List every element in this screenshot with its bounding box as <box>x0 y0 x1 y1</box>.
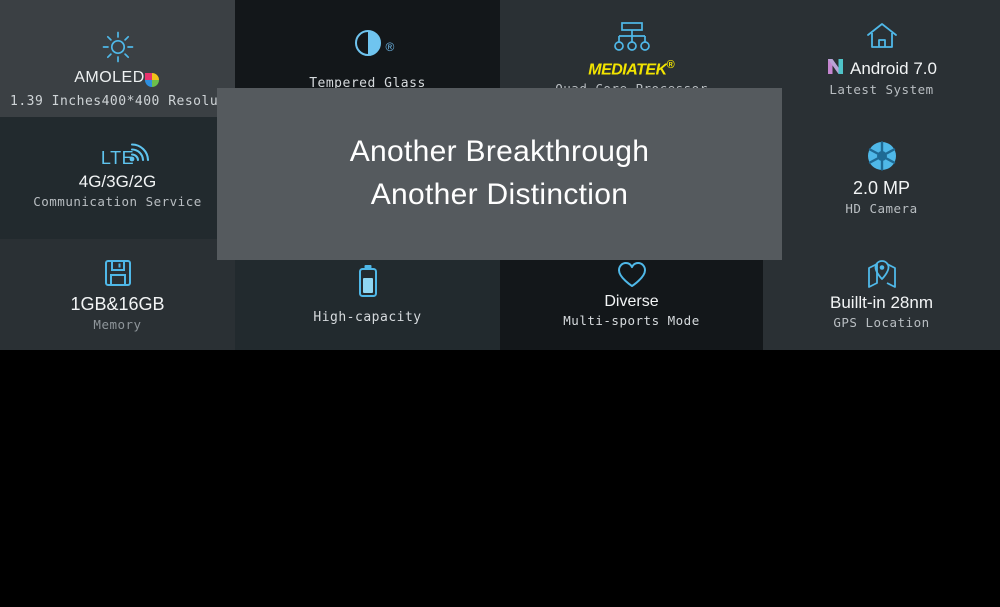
floppy-disk-icon <box>103 258 133 288</box>
network-generations-label: 4G/3G/2G <box>78 171 157 191</box>
tagline-line-1: Another Breakthrough <box>349 135 650 169</box>
amoled-wordmark: AMOLED <box>74 69 145 86</box>
camera-aperture-icon <box>866 140 898 172</box>
camera-sub-label: HD Camera <box>845 201 918 216</box>
sports-sub-label: Multi-sports Mode <box>563 313 700 328</box>
network-sub-label: Communication Service <box>33 193 202 209</box>
home-icon <box>864 20 900 52</box>
battery-label: High-capacity <box>313 310 422 325</box>
bottom-banner: 4G lte Quad Core Processor GPS WIFI 1GB … <box>0 350 1000 607</box>
registered-mark: ® <box>666 58 675 71</box>
memory-capacity-label: 1GB&16GB <box>70 293 165 314</box>
android-n-logo <box>826 57 845 80</box>
battery-icon <box>357 264 379 298</box>
feature-cell-memory: 1GB&16GB Memory <box>0 239 235 350</box>
mediatek-logo: MEDIATEK® <box>588 59 674 79</box>
feature-cell-network: LTE 4G/3G/2G Communication Service <box>0 117 235 239</box>
android-version-row: Android 7.0 <box>826 57 937 80</box>
lte-signal-icon: LTE <box>101 142 149 169</box>
android-version-label: Android 7.0 <box>850 58 937 78</box>
gps-sub-label: GPS Location <box>833 315 930 330</box>
chip-tree-icon <box>611 21 653 55</box>
sports-title-label: Diverse <box>604 293 659 310</box>
amoled-color-badge <box>143 71 161 89</box>
feature-cell-camera: 2.0 MP HD Camera <box>763 117 1000 239</box>
camera-mp-label: 2.0 MP <box>852 178 911 198</box>
heart-icon <box>616 261 648 289</box>
sun-icon <box>101 30 135 64</box>
amoled-logo: AMOLED <box>74 69 161 87</box>
promo-banner-root: AMOLED 1.39 Inches400*400 Resolution ® T… <box>0 0 1000 607</box>
resolution-text: 1.39 Inches400*400 Resolution <box>10 94 235 109</box>
mediatek-wordmark: MEDIATEK <box>588 61 667 79</box>
tagline-overlay: Another Breakthrough Another Distinction <box>217 88 782 260</box>
registered-mark: ® <box>385 40 395 54</box>
tagline-line-2: Another Distinction <box>370 178 629 211</box>
map-pin-icon <box>866 259 898 289</box>
feature-cell-gps: Buillt-in 28nm GPS Location <box>763 239 1000 350</box>
feature-cell-amoled: AMOLED 1.39 Inches400*400 Resolution <box>0 0 235 117</box>
android-sub-label: Latest System <box>829 82 934 97</box>
contrast-circle-icon <box>352 27 384 59</box>
feature-cell-android: Android 7.0 Latest System <box>763 0 1000 117</box>
memory-sub-label: Memory <box>93 316 142 332</box>
gps-title-label: Buillt-in 28nm <box>830 293 933 312</box>
